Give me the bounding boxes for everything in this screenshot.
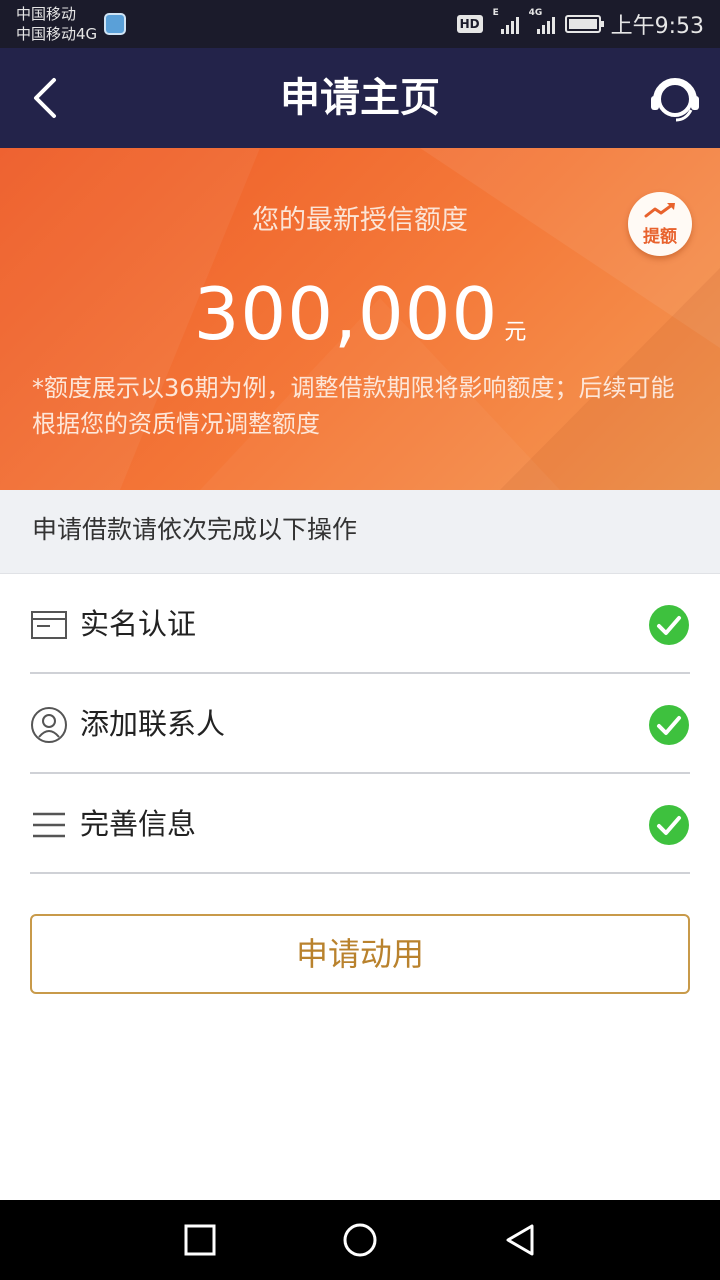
list-icon <box>33 812 65 838</box>
step-label: 完善信息 <box>80 807 197 841</box>
credit-note: *额度展示以36期为例，调整借款期限将影响额度；后续可能根据您的资质情况调整额度 <box>32 374 675 438</box>
system-nav-bar <box>0 1200 720 1280</box>
square-icon[interactable] <box>180 1220 220 1260</box>
signal-1-icon: E <box>493 8 519 34</box>
network-1-label: E <box>492 8 499 18</box>
status-time: 上午9:53 <box>610 14 704 39</box>
credit-hero: 您的最新授信额度 提额 300,000 元 *额度展示以36期为例，调整借款期限将… <box>0 148 720 490</box>
triangle-back-icon[interactable] <box>500 1220 540 1260</box>
credit-amount-value: 300,000 <box>193 272 499 356</box>
customer-service-button[interactable] <box>646 70 704 128</box>
step-label: 实名认证 <box>80 607 197 641</box>
circle-icon[interactable] <box>340 1220 380 1260</box>
check-circle-icon <box>649 705 689 745</box>
hd-icon: HD <box>456 15 483 33</box>
credit-amount-unit: 元 <box>504 320 527 345</box>
contact-icon <box>31 707 67 743</box>
check-circle-icon <box>649 605 689 645</box>
id-card-icon <box>31 611 67 639</box>
raise-limit-button[interactable]: 提额 <box>628 192 692 256</box>
carrier-info: 中国移动 中国移动4G <box>16 4 97 44</box>
notification-app-icon <box>104 13 126 35</box>
step-complete-info[interactable]: 完善信息 <box>30 774 690 874</box>
page-title: 申请主页 <box>280 75 440 121</box>
steps-header: 申请借款请依次完成以下操作 <box>0 490 720 574</box>
credit-amount: 300,000 元 <box>0 272 720 356</box>
step-add-contacts[interactable]: 添加联系人 <box>30 674 690 774</box>
step-label: 添加联系人 <box>80 707 226 741</box>
status-bar: 中国移动 中国移动4G HD E 4G 上午9:53 <box>0 0 720 48</box>
carrier-2: 中国移动4G <box>16 25 98 43</box>
check-circle-icon <box>649 805 689 845</box>
status-indicators: HD E 4G 上午9:53 <box>456 8 704 40</box>
raise-limit-label: 提额 <box>643 227 677 247</box>
nav-bar: 申请主页 <box>0 48 720 148</box>
step-real-name-auth[interactable]: 实名认证 <box>30 574 690 674</box>
network-2-label: 4G <box>528 8 543 18</box>
headset-icon <box>651 78 699 122</box>
apply-drawdown-button[interactable]: 申请动用 <box>30 914 690 994</box>
signal-2-icon: 4G <box>529 8 555 34</box>
credit-label: 您的最新授信额度 <box>252 205 468 236</box>
steps-header-text: 申请借款请依次完成以下操作 <box>32 515 358 544</box>
carrier-1: 中国移动 <box>16 5 77 23</box>
trend-up-icon <box>644 203 675 218</box>
battery-icon <box>564 15 604 33</box>
